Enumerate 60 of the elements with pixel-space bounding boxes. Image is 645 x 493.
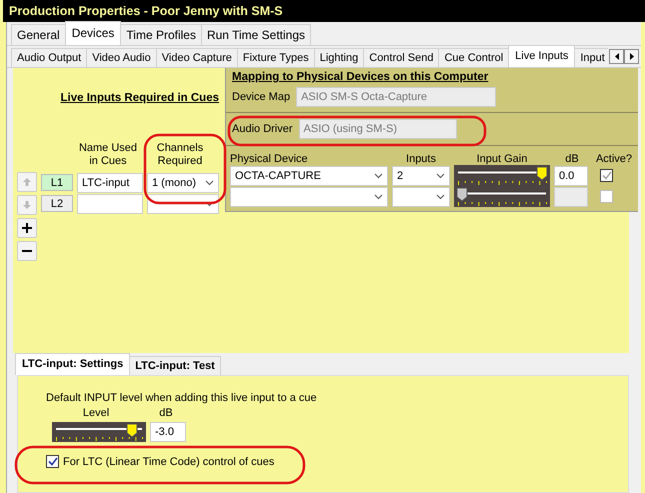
arrow-up-icon	[22, 177, 32, 187]
plus-icon	[22, 223, 32, 233]
column-header: Inputs	[405, 153, 437, 165]
checkmark-icon	[602, 171, 612, 180]
tab[interactable]: Run Time Settings	[200, 24, 312, 45]
tab[interactable]: Live Inputs	[508, 46, 576, 67]
slider-track[interactable]	[454, 186, 550, 207]
column-header: Channels Required	[156, 142, 204, 168]
tab[interactable]: Devices	[64, 21, 122, 45]
description-text: Default INPUT level when adding this live input to a cue	[46, 392, 318, 404]
remove-button[interactable]	[17, 241, 37, 261]
column-header: Physical Device	[230, 153, 309, 165]
audio-driver-field[interactable]: ASIO (using SM-S)	[298, 119, 457, 139]
chevron-down-icon	[205, 200, 214, 206]
column-header: Name Used in Cues	[78, 142, 138, 168]
chevron-down-icon	[436, 194, 445, 200]
scroll-right-button[interactable]	[624, 49, 639, 64]
add-button[interactable]	[17, 218, 37, 238]
db-field[interactable]: 0.0	[554, 166, 588, 186]
row-label-button[interactable]: L1	[41, 174, 73, 191]
triangle-left-icon	[614, 53, 618, 60]
field-label: Audio Driver	[232, 123, 293, 135]
chevron-down-icon	[374, 172, 383, 178]
window-title: Production Properties - Poor Jenny with SM-S	[3, 0, 645, 22]
section-heading: Mapping to Physical Devices on this Computer	[232, 71, 488, 83]
chevron-down-icon	[436, 172, 445, 178]
slider-thumb[interactable]	[126, 423, 138, 438]
column-header: dB	[564, 153, 580, 165]
slider-track[interactable]	[454, 165, 550, 186]
db-label: dB	[158, 407, 174, 419]
arrow-down-icon	[22, 200, 32, 210]
inputs-dropdown[interactable]: 2	[392, 166, 450, 186]
column-header: Active?	[594, 153, 634, 165]
slider-track[interactable]	[52, 422, 146, 442]
triangle-right-icon	[630, 53, 634, 60]
name-input[interactable]: LTC-input	[77, 172, 143, 192]
inputs-dropdown[interactable]	[392, 186, 450, 206]
db-field[interactable]: -3.0	[150, 422, 186, 442]
column-header: Input Gain	[476, 153, 528, 165]
checkbox[interactable]	[46, 455, 59, 468]
db-field[interactable]	[554, 186, 588, 206]
channels-dropdown[interactable]: 1 (mono)	[147, 172, 219, 192]
tab[interactable]: LTC-input: Settings	[15, 353, 130, 375]
level-label: Level	[82, 407, 110, 419]
tab[interactable]: General	[11, 24, 66, 45]
tab[interactable]: LTC-input: Test	[129, 356, 221, 375]
chevron-down-icon	[205, 180, 214, 186]
chevron-down-icon	[374, 194, 383, 200]
slider-thumb[interactable]	[536, 166, 548, 181]
tab[interactable]: Audio Output	[11, 48, 88, 67]
device-dropdown[interactable]: OCTA-CAPTURE	[230, 166, 388, 186]
checkbox[interactable]	[600, 169, 613, 182]
checkmark-icon	[48, 457, 58, 466]
section-heading: Live Inputs Required in Cues	[60, 92, 219, 104]
row-label-button[interactable]: L2	[41, 195, 73, 212]
scroll-left-button[interactable]	[609, 49, 624, 64]
device-map-field[interactable]: ASIO SM-S Octa-Capture	[296, 87, 496, 107]
checkbox-label: For LTC (Linear Time Code) control of cues	[63, 456, 274, 468]
name-input[interactable]	[77, 194, 143, 214]
field-label: Device Map	[232, 91, 290, 103]
